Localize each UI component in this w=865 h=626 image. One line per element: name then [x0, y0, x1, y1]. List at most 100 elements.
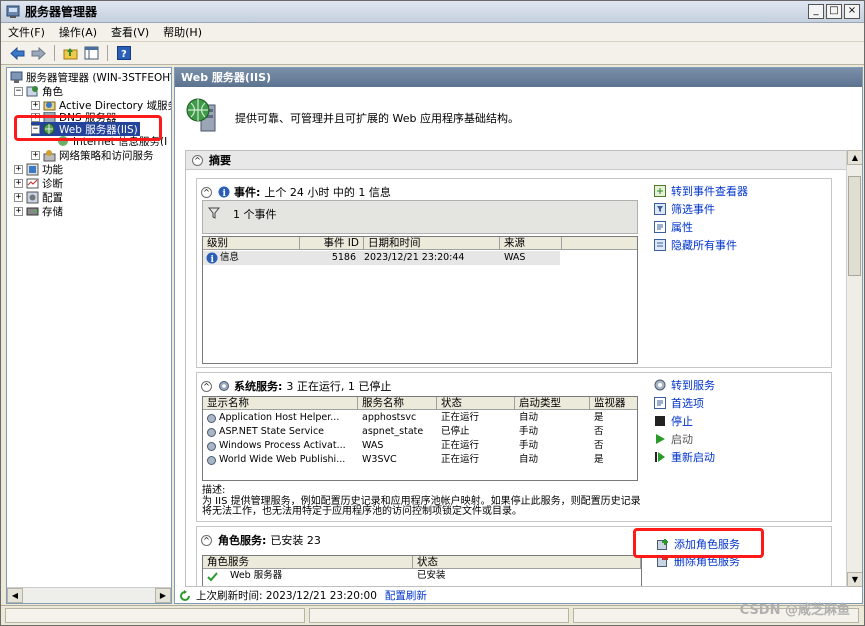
- summary-section-header[interactable]: ^ 摘要: [186, 151, 847, 170]
- table-row[interactable]: ASP.NET State Service aspnet_state 已停止 手…: [203, 425, 637, 439]
- forward-button[interactable]: [30, 45, 47, 62]
- col-event-id[interactable]: 事件 ID: [300, 237, 364, 249]
- web-server-role-icon: [186, 98, 216, 132]
- expand-toggle[interactable]: +: [31, 100, 40, 110]
- col-service-name[interactable]: 服务名称: [358, 397, 437, 409]
- hide-events-icon: [654, 238, 666, 251]
- table-row[interactable]: i 信息 5186 2023/12/21 23:20:44 WAS: [203, 251, 560, 265]
- scroll-down-arrow[interactable]: ▼: [847, 572, 862, 587]
- back-button[interactable]: [9, 45, 26, 62]
- folder-up-icon: [63, 48, 78, 60]
- services-table: 显示名称 服务名称 状态 启动类型 监视器 Application Host H…: [202, 396, 638, 481]
- scroll-right-arrow[interactable]: ▶: [155, 588, 171, 603]
- tree-node-storage[interactable]: + 存储: [14, 204, 63, 218]
- goto-event-viewer-link[interactable]: 转到事件查看器: [654, 182, 748, 199]
- service-gear-icon: [207, 455, 216, 465]
- configuration-icon: [26, 191, 39, 203]
- tree-node-npas[interactable]: + 网络策略和访问服务: [31, 148, 154, 162]
- goto-services-link[interactable]: 转到服务: [654, 376, 715, 393]
- table-row[interactable]: Application Host Helper... apphostsvc 正在…: [203, 411, 637, 425]
- last-refresh-time: 上次刷新时间: 2023/12/21 23:20:00: [196, 590, 377, 602]
- toolbar: ?: [1, 42, 864, 65]
- col-source[interactable]: 来源: [500, 237, 562, 249]
- expand-toggle[interactable]: +: [14, 192, 23, 202]
- menu-bar: 文件(F) 操作(A) 查看(V) 帮助(H): [1, 23, 864, 42]
- services-label: 系统服务:: [234, 380, 283, 393]
- event-viewer-icon: [654, 184, 666, 197]
- col-datetime[interactable]: 日期和时间: [364, 237, 500, 249]
- tree-horizontal-scrollbar[interactable]: ◀ ▶: [7, 587, 171, 603]
- menu-help[interactable]: 帮助(H): [156, 24, 209, 40]
- service-gear-icon: [207, 441, 216, 451]
- col-role-service[interactable]: 角色服务: [203, 556, 413, 568]
- menu-file[interactable]: 文件(F): [1, 24, 52, 40]
- preferences-link[interactable]: 首选项: [654, 394, 704, 411]
- filter-icon: [654, 202, 666, 215]
- collapse-icon[interactable]: ^: [201, 380, 212, 392]
- start-link[interactable]: 启动: [654, 430, 693, 447]
- properties-link[interactable]: 属性: [654, 218, 693, 235]
- role-description: 提供可靠、可管理并且可扩展的 Web 应用程序基础结构。: [235, 112, 519, 125]
- help-button[interactable]: ?: [115, 45, 132, 62]
- filter-events-link[interactable]: 筛选事件: [654, 200, 715, 217]
- forward-arrow-icon: [31, 46, 46, 60]
- tree-node-diagnostics[interactable]: + 诊断: [14, 176, 63, 190]
- restart-icon: [655, 451, 665, 462]
- tree-node-root[interactable]: 服务器管理器 (WIN-3STFEOHVCW: [10, 70, 171, 84]
- maximize-button[interactable]: □: [826, 4, 842, 19]
- collapse-toggle[interactable]: −: [14, 86, 23, 96]
- restart-link[interactable]: 重新启动: [654, 448, 715, 465]
- show-hide-tree-button[interactable]: [83, 45, 100, 62]
- tree-label-root: 服务器管理器 (WIN-3STFEOHVCW: [26, 71, 171, 84]
- col-startup-type[interactable]: 启动类型: [515, 397, 590, 409]
- scroll-left-arrow[interactable]: ◀: [7, 588, 23, 603]
- minimize-button[interactable]: _: [808, 4, 824, 19]
- col-monitor[interactable]: 监视器: [590, 397, 637, 409]
- scrollbar-thumb[interactable]: [848, 176, 861, 276]
- console-tree: 服务器管理器 (WIN-3STFEOHVCW − 角色 + Active Dir…: [6, 67, 172, 604]
- table-row[interactable]: World Wide Web Publishi... W3SVC 正在运行 自动…: [203, 453, 637, 467]
- features-icon: [26, 163, 39, 175]
- up-folder-button[interactable]: [62, 45, 79, 62]
- services-panel: ^ 系统服务: 3 正在运行, 1 已停止 显示名称 服务名称 状态 启动类型 …: [196, 372, 832, 522]
- filter-icon: [208, 207, 220, 219]
- summary-title: 摘要: [209, 154, 231, 167]
- stop-link[interactable]: 停止: [654, 412, 693, 429]
- expand-toggle[interactable]: +: [31, 150, 40, 160]
- svg-text:i: i: [211, 255, 215, 264]
- info-icon: i: [218, 186, 230, 198]
- table-row[interactable]: Windows Process Activat... WAS 正在运行 手动 否: [203, 439, 637, 453]
- configure-refresh-link[interactable]: 配置刷新: [385, 588, 427, 603]
- stop-icon: [655, 415, 665, 426]
- collapse-icon[interactable]: ^: [201, 186, 212, 198]
- expand-toggle[interactable]: +: [14, 164, 23, 174]
- properties-icon: [654, 220, 666, 233]
- tree-node-ad[interactable]: + Active Directory 域服务: [31, 98, 172, 112]
- col-status[interactable]: 状态: [437, 397, 515, 409]
- role-intro: 提供可靠、可管理并且可扩展的 Web 应用程序基础结构。: [175, 87, 862, 147]
- collapse-icon[interactable]: ^: [201, 534, 212, 546]
- hide-all-events-link[interactable]: 隐藏所有事件: [654, 236, 737, 253]
- events-summary: 上个 24 小时 中的 1 信息: [264, 186, 391, 199]
- tree-node-roles[interactable]: − 角色: [14, 84, 63, 98]
- watermark: CSDN @咸芝麻鱼: [739, 603, 850, 618]
- server-manager-icon: [10, 71, 23, 83]
- close-button[interactable]: ×: [844, 4, 860, 19]
- services-icon: [654, 379, 666, 390]
- tree-node-features[interactable]: + 功能: [14, 162, 63, 176]
- col-display-name[interactable]: 显示名称: [203, 397, 358, 409]
- scroll-up-arrow[interactable]: ▲: [847, 150, 862, 165]
- menu-view[interactable]: 查看(V): [104, 24, 156, 40]
- expand-toggle[interactable]: +: [14, 206, 23, 216]
- tree-node-config[interactable]: + 配置: [14, 190, 63, 204]
- tree-label-ad: Active Directory 域服务: [59, 99, 172, 112]
- tree-label-config: 配置: [42, 191, 63, 204]
- diagnostics-icon: [26, 178, 39, 188]
- collapse-icon[interactable]: ^: [192, 154, 203, 166]
- col-rs-status[interactable]: 状态: [413, 556, 641, 568]
- col-level[interactable]: 级别: [203, 237, 300, 249]
- table-row[interactable]: Web 服务器 已安装: [203, 569, 641, 583]
- menu-action[interactable]: 操作(A): [52, 24, 104, 40]
- expand-toggle[interactable]: +: [14, 178, 23, 188]
- details-vertical-scrollbar[interactable]: ▲ ▼: [846, 150, 862, 587]
